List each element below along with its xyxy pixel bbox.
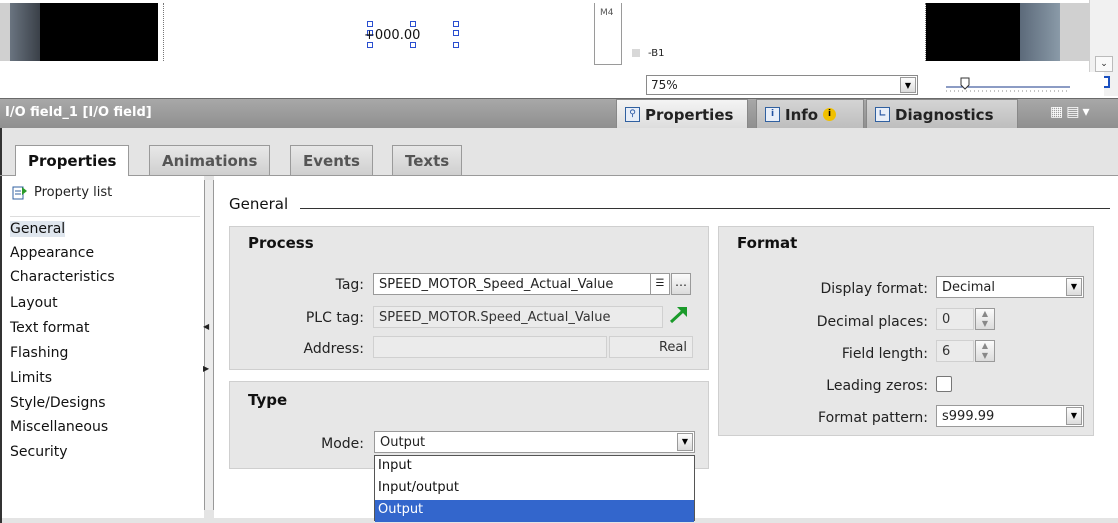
nav-item-limits[interactable]: Limits — [10, 370, 52, 386]
field-length-spinner-icon: ▲ ▼ — [975, 340, 995, 362]
property-list-button[interactable]: Property list — [12, 185, 112, 200]
subtab-events[interactable]: Events — [290, 145, 373, 175]
nav-item-text-format[interactable]: Text format — [10, 320, 89, 336]
format-pattern-label: Format pattern: — [818, 410, 928, 426]
expand-right-icon[interactable]: ▶ — [203, 364, 209, 373]
subtab-animations[interactable]: Animations — [149, 145, 271, 175]
address-type-field: Real — [609, 336, 693, 358]
address-field — [373, 336, 607, 358]
inspector-header: I/O field_1 [I/O field] ⚲ Properties i I… — [0, 98, 1118, 129]
tab-properties[interactable]: ⚲ Properties — [616, 99, 748, 129]
plc-tag-label: PLC tag: — [305, 310, 364, 326]
format-title: Format — [737, 234, 798, 252]
tab-diagnostics-label: Diagnostics — [895, 105, 994, 124]
properties-icon: ⚲ — [625, 107, 640, 122]
nav-item-layout[interactable]: Layout — [10, 295, 58, 311]
diagnostics-icon: ∟ — [875, 107, 890, 122]
collapse-left-icon[interactable]: ◀ — [203, 322, 209, 331]
format-pattern-select[interactable]: s999.99 ▼ — [936, 405, 1084, 427]
tag-list-icon[interactable]: ☰ — [650, 273, 670, 295]
nav-item-style-designs[interactable]: Style/Designs — [10, 395, 106, 411]
display-format-value: Decimal — [942, 280, 996, 295]
tag-browse-button[interactable]: … — [671, 273, 691, 295]
plc-tag-field: SPEED_MOTOR.Speed_Actual_Value — [373, 306, 663, 328]
section-rule — [300, 208, 1110, 209]
chevron-down-icon[interactable]: ▼ — [900, 77, 916, 93]
inspector-title: I/O field_1 [I/O field] — [5, 105, 152, 120]
decimal-places-field: 0 — [936, 308, 974, 330]
b1-marker — [632, 49, 640, 57]
tag-field[interactable]: SPEED_MOTOR_Speed_Actual_Value — [373, 273, 668, 295]
selection-handle[interactable] — [453, 42, 459, 48]
canvas-status-bar — [0, 72, 1104, 96]
selection-handle[interactable] — [453, 30, 459, 36]
panel-options-icon[interactable]: ▦▤▾ — [1050, 104, 1092, 120]
mode-dropdown-list[interactable]: Input Input/output Output — [374, 455, 695, 522]
decimal-places-spinner-icon: ▲ ▼ — [975, 308, 995, 330]
property-tree: Property list General Appearance Charact… — [2, 176, 204, 518]
address-label: Address: — [303, 341, 364, 357]
screen-right-black — [926, 3, 1020, 61]
subtab-properties[interactable]: Properties — [15, 145, 130, 176]
process-title: Process — [248, 234, 314, 252]
tab-diagnostics[interactable]: ∟ Diagnostics — [866, 99, 1018, 129]
type-title: Type — [248, 391, 288, 409]
zoom-value: 75% — [651, 78, 678, 92]
mode-option-input-output[interactable]: Input/output — [375, 478, 694, 500]
b1-label: -B1 — [648, 48, 665, 59]
tab-info[interactable]: i Info i — [756, 99, 864, 129]
nav-item-miscellaneous[interactable]: Miscellaneous — [10, 419, 108, 435]
chevron-down-icon[interactable]: ▼ — [1066, 407, 1082, 425]
scroll-down-icon[interactable]: ⌄ — [1095, 56, 1113, 72]
panel-splitter[interactable]: ◀ ▶ — [203, 180, 214, 510]
mode-option-output[interactable]: Output — [375, 500, 694, 522]
mode-label: Mode: — [321, 436, 364, 452]
mode-option-input[interactable]: Input — [375, 456, 694, 478]
leading-zeros-checkbox[interactable] — [936, 376, 952, 392]
nav-item-appearance[interactable]: Appearance — [10, 245, 94, 261]
decimal-places-label: Decimal places: — [816, 314, 928, 330]
mode-value: Output — [380, 435, 426, 450]
tab-info-label: Info — [785, 105, 819, 124]
zoom-select[interactable]: 75% ▼ — [646, 75, 918, 95]
tag-label: Tag: — [335, 277, 364, 293]
screen-left-guide — [158, 3, 164, 61]
canvas-border-left — [0, 3, 10, 61]
leading-zeros-label: Leading zeros: — [826, 378, 928, 394]
chevron-down-icon[interactable]: ▼ — [677, 433, 693, 451]
nav-item-flashing[interactable]: Flashing — [10, 345, 68, 361]
screen-left-black — [40, 3, 158, 61]
selection-handle[interactable] — [367, 21, 373, 27]
mode-select[interactable]: Output ▼ — [374, 431, 695, 453]
field-length-field: 6 — [936, 340, 974, 362]
tab-properties-label: Properties — [645, 105, 734, 124]
selection-handle[interactable] — [453, 21, 459, 27]
info-badge-icon: i — [823, 108, 837, 121]
screen-left-gradient — [10, 3, 40, 61]
property-list-label: Property list — [34, 185, 113, 200]
field-length-label: Field length: — [841, 346, 928, 362]
format-pattern-value: s999.99 — [942, 409, 995, 424]
io-field-preview[interactable]: +000.00 — [364, 28, 420, 43]
screen-canvas[interactable]: +000.00 M4 -B1 — [0, 0, 1104, 72]
display-format-select[interactable]: Decimal ▼ — [936, 276, 1084, 298]
nav-item-characteristics[interactable]: Characteristics — [10, 269, 115, 285]
m4-label: M4 — [600, 8, 614, 18]
goto-arrow-icon[interactable] — [668, 305, 690, 325]
selection-handle[interactable] — [410, 21, 416, 27]
section-title-general: General — [229, 195, 289, 213]
screen-right-gradient — [1020, 3, 1060, 61]
nav-item-general[interactable]: General — [10, 221, 66, 237]
canvas-border-right — [1060, 3, 1089, 61]
nav-item-security[interactable]: Security — [10, 444, 68, 460]
chevron-down-icon[interactable]: ▼ — [1066, 278, 1082, 296]
info-tab-icon: i — [765, 107, 780, 122]
zoom-slider[interactable] — [944, 76, 1072, 94]
subtab-texts[interactable]: Texts — [392, 145, 463, 175]
property-list-icon — [12, 186, 27, 200]
display-format-label: Display format: — [820, 281, 928, 297]
divider — [10, 216, 200, 217]
